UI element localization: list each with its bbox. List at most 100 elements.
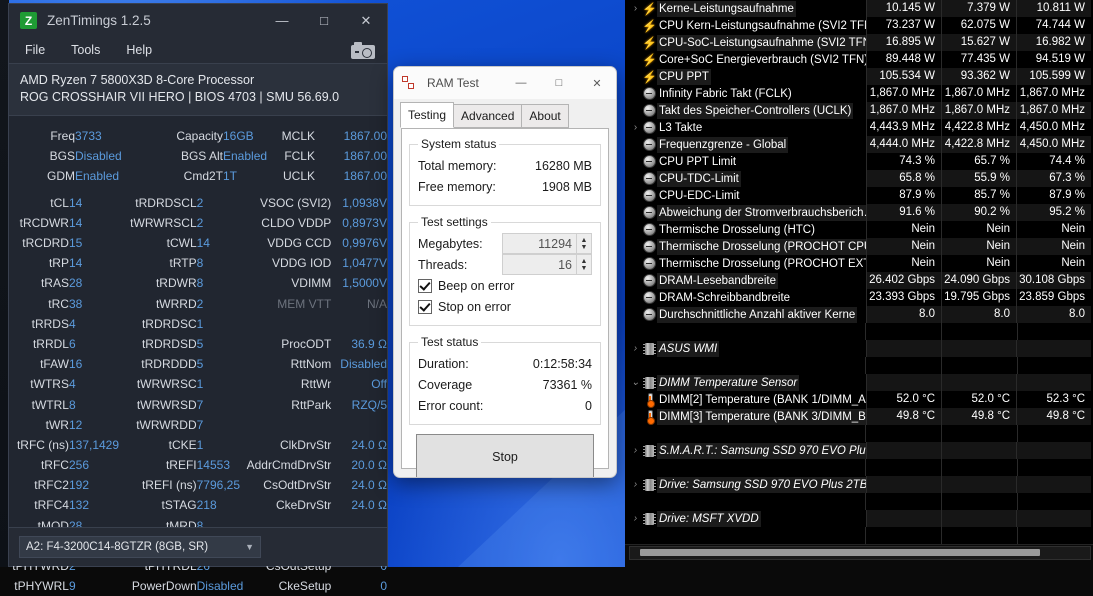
sensor-row[interactable]: Takt des Speicher-Controllers (UCLK) 1,86…	[625, 102, 1093, 119]
sensor-row[interactable]: ⚡ CPU Kern-Leistungsaufnahme (SVI2 TFN) 73…	[625, 17, 1093, 34]
megabytes-stepper-buttons[interactable]: ▲ ▼	[576, 234, 591, 253]
sensor-row[interactable]: Thermische Drosselung (PROCHOT EXT) Nein N…	[625, 255, 1093, 272]
chevron-right-icon[interactable]: ›	[629, 510, 642, 527]
timing-label	[247, 314, 332, 334]
stepper-up-icon[interactable]: ▲	[581, 258, 588, 265]
sensor-group-row[interactable]: › Drive: Samsung SSD 970 EVO Plus 2TB (…	[625, 476, 1093, 493]
timing-label: CsOdtDrvStr	[263, 478, 332, 493]
minimize-button[interactable]: —	[261, 4, 303, 37]
sensor-spacer-row	[625, 493, 1093, 510]
chevron-down-icon[interactable]: ⌄	[629, 374, 642, 391]
hwinfo-sensor-list[interactable]: › ⚡ Kerne-Leistungsaufnahme 10.145 W 7.379 W…	[625, 0, 1093, 545]
timing-value: 8	[68, 397, 76, 412]
stop-button[interactable]: Stop	[416, 434, 594, 477]
minimize-button[interactable]: —	[502, 67, 540, 99]
sensor-label: Thermische Drosselung (PROCHOT EXT)	[659, 257, 866, 270]
sensor-spacer-cell	[865, 425, 941, 442]
timing-value: 9	[68, 579, 76, 594]
timing-value: Enabled	[75, 169, 120, 184]
stepper-down-icon[interactable]: ▼	[581, 244, 588, 251]
sensor-row[interactable]: Frequenzgrenze - Global 4,444.0 MHz 4,422.…	[625, 136, 1093, 153]
menu-item-help[interactable]: Help	[116, 40, 162, 60]
sensor-row[interactable]: DIMM[2] Temperature (BANK 1/DIMM_A2) 52.0…	[625, 391, 1093, 408]
sensor-row[interactable]: ⚡ CPU PPT 105.534 W 93.362 W 105.599 W	[625, 68, 1093, 85]
tab-advanced[interactable]: Advanced	[453, 104, 523, 128]
stepper-down-icon[interactable]: ▼	[581, 265, 588, 272]
sensor-row[interactable]: ⚡ Core+SoC Energieverbrauch (SVI2 TFN) 89.…	[625, 51, 1093, 68]
sensor-row[interactable]: CPU-TDC-Limit 65.8 % 55.9 % 67.3 %	[625, 170, 1093, 187]
sensor-row[interactable]: ⚡ CPU-SoC-Leistungsaufnahme (SVI2 TFN) 16.…	[625, 34, 1093, 51]
timing-label: FCLK	[284, 149, 315, 164]
timing-label: tWTRL	[31, 397, 69, 412]
stepper-up-icon[interactable]: ▲	[581, 237, 588, 244]
megabytes-stepper[interactable]: 11294 ▲ ▼	[502, 233, 592, 254]
beep-on-error-checkbox[interactable]: Beep on error	[418, 275, 592, 296]
chevron-right-icon[interactable]: ›	[629, 340, 642, 357]
sensor-group-row[interactable]: ⌄ DIMM Temperature Sensor	[625, 374, 1093, 391]
sensor-row[interactable]: › L3 Takte 4,443.9 MHz 4,422.8 MHz 4,450.0 M…	[625, 119, 1093, 136]
sensor-group-row[interactable]: › S.M.A.R.T.: Samsung SSD 970 EVO Plu…	[625, 442, 1093, 459]
sensor-row[interactable]: Thermische Drosselung (PROCHOT CPU) Nein N…	[625, 238, 1093, 255]
timing-label: tPHYWRL	[14, 579, 69, 594]
sensor-current-value: 8.0	[866, 306, 941, 323]
chevron-right-icon[interactable]: ›	[629, 119, 642, 136]
menu-item-file[interactable]: File	[15, 40, 55, 60]
sensor-label: Abweichung der Stromverbrauchsberich…	[657, 204, 866, 221]
menu-item-tools[interactable]: Tools	[61, 40, 110, 60]
timing-label: CLDO VDDP	[261, 215, 332, 230]
sensor-row[interactable]: CPU PPT Limit 74.3 % 65.7 % 74.4 %	[625, 153, 1093, 170]
stop-on-error-checkbox[interactable]: Stop on error	[418, 296, 592, 317]
maximize-button[interactable]: □	[540, 67, 578, 99]
megabytes-value[interactable]: 11294	[503, 237, 576, 251]
sensor-row[interactable]: Infinity Fabric Takt (FCLK) 1,867.0 MHz 1,…	[625, 85, 1093, 102]
sensor-row[interactable]: CPU-EDC-Limit 87.9 % 85.7 % 87.9 %	[625, 187, 1093, 204]
sensor-row[interactable]: DRAM-Lesebandbreite 26.402 Gbps 24.090 Gbp…	[625, 272, 1093, 289]
maximize-button[interactable]: □	[303, 4, 345, 37]
tab-about[interactable]: About	[521, 104, 569, 128]
zentimings-titlebar[interactable]: Z ZenTimings 1.2.5 — □ ✕	[9, 4, 387, 37]
sensor-group-row[interactable]: › ASUS WMI	[625, 340, 1093, 357]
sensor-row[interactable]: DIMM[3] Temperature (BANK 3/DIMM_B2) 49.8…	[625, 408, 1093, 425]
sensor-row[interactable]: DRAM-Schreibbandbreite 23.393 Gbps 19.795 …	[625, 289, 1093, 306]
sensor-name-cell: Thermische Drosselung (HTC)	[625, 221, 866, 238]
timing-value: 14	[68, 215, 83, 230]
chevron-right-icon[interactable]: ›	[629, 476, 642, 493]
sensor-current-value: 73.237 W	[866, 17, 941, 34]
chevron-right-icon[interactable]: ›	[629, 0, 642, 17]
sensor-row[interactable]: Durchschnittliche Anzahl aktiver Kerne 8.…	[625, 306, 1093, 323]
timing-value: 1867.00	[343, 149, 387, 164]
ramtest-titlebar[interactable]: RAM Test — □ ✕	[394, 67, 616, 99]
motherboard-bios-info: ROG CROSSHAIR VII HERO | BIOS 4703 | SMU…	[20, 90, 340, 104]
chip-body	[643, 376, 656, 389]
dimm-select[interactable]: A2: F4-3200C14-8GTZR (8GB, SR) ▼	[19, 536, 261, 558]
sensor-name-cell: DIMM[2] Temperature (BANK 1/DIMM_A2)	[625, 391, 866, 408]
timing-value: 1	[196, 437, 204, 452]
h-scrollbar-thumb[interactable]	[640, 549, 1040, 556]
threads-value[interactable]: 16	[503, 258, 576, 272]
screen-left-edge	[0, 0, 9, 567]
tab-testing[interactable]: Testing	[400, 102, 455, 128]
timing-label: tRRDL	[32, 336, 69, 351]
sensor-name-cell: DRAM-Lesebandbreite	[625, 272, 866, 289]
memory-timing-row: tPHYWRL 9 PowerDown Disabled CkeSetup 0	[9, 576, 387, 596]
chevron-right-icon[interactable]: ›	[629, 442, 642, 459]
clock-icon	[642, 206, 657, 219]
camera-icon[interactable]	[351, 42, 375, 59]
sensor-row[interactable]: Abweichung der Stromverbrauchsberich… 91.…	[625, 204, 1093, 221]
timing-label: VDIMM	[291, 276, 332, 291]
close-button[interactable]: ✕	[578, 67, 616, 99]
timing-value: 2	[196, 215, 204, 230]
sensor-label: DRAM-Lesebandbreite	[657, 272, 778, 289]
timing-label: tRCDWR	[19, 215, 69, 230]
sensor-row[interactable]: › ⚡ Kerne-Leistungsaufnahme 10.145 W 7.379 W…	[625, 0, 1093, 17]
h-scrollbar[interactable]	[629, 546, 1091, 560]
threads-stepper[interactable]: 16 ▲ ▼	[502, 254, 592, 275]
timing-value: 24.0 Ω	[351, 498, 387, 513]
sensor-group-row[interactable]: › Drive: MSFT XVDD	[625, 510, 1093, 527]
threads-stepper-buttons[interactable]: ▲ ▼	[576, 255, 591, 274]
close-button[interactable]: ✕	[345, 4, 387, 37]
bolt-icon: ⚡	[642, 71, 657, 83]
sensor-current-value: 74.3 %	[866, 153, 941, 170]
sensor-spacer-cell	[865, 527, 941, 544]
sensor-row[interactable]: Thermische Drosselung (HTC) Nein Nein Nein	[625, 221, 1093, 238]
